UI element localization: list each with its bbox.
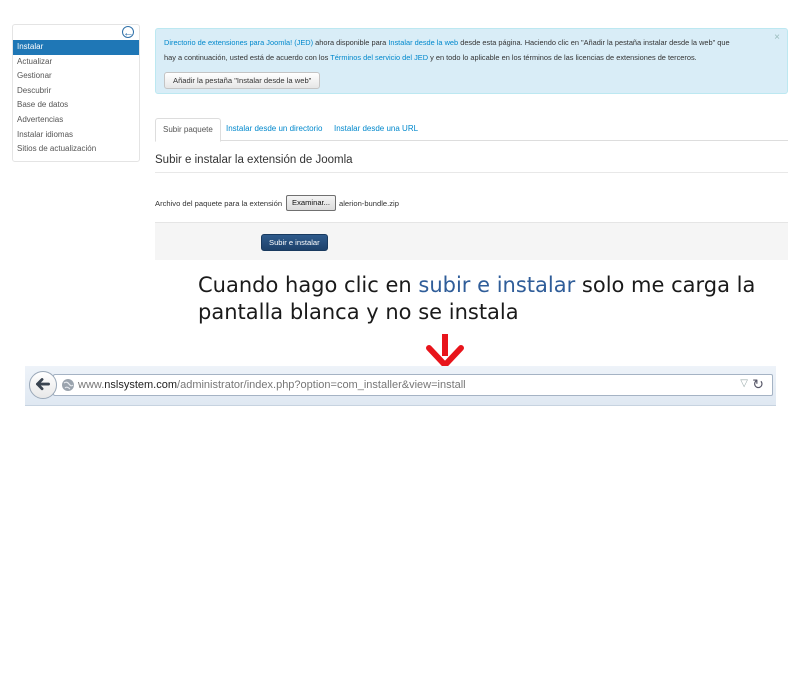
install-from-web-link[interactable]: Instalar desde la web	[388, 38, 458, 47]
address-bar[interactable]: www.nslsystem.com/administrator/index.ph…	[53, 374, 773, 396]
url-path: /administrator/index.php?option=com_inst…	[177, 379, 466, 391]
tab-install-from-url[interactable]: Instalar desde una URL	[327, 118, 425, 141]
sidebar-item-base-de-datos[interactable]: Base de datos	[13, 98, 139, 113]
url-text: www.nslsystem.com/administrator/index.ph…	[78, 379, 466, 391]
upload-and-install-button[interactable]: Subir e instalar	[261, 234, 328, 251]
circle-arrow-left-icon[interactable]: ←	[122, 26, 134, 39]
alert-text-3: hay a continuación, usted está de acuerd…	[164, 53, 331, 62]
tab-upload-package[interactable]: Subir paquete	[155, 118, 221, 142]
red-down-arrow-icon	[426, 334, 464, 368]
sidebar-item-instalar-idiomas[interactable]: Instalar idiomas	[13, 128, 139, 143]
upload-section-title: Subir e instalar la extensión de Joomla	[155, 154, 353, 166]
sidebar-menu: Instalar Actualizar Gestionar Descubrir …	[13, 40, 139, 157]
jed-terms-link[interactable]: Términos del servicio del JED	[330, 53, 428, 62]
url-domain: nslsystem.com	[104, 379, 178, 391]
sidebar-item-gestionar[interactable]: Gestionar	[13, 69, 139, 84]
annotation-highlight: subir e instalar	[418, 273, 576, 297]
back-arrow-icon	[36, 378, 50, 391]
history-dropdown-icon[interactable]: ▽	[740, 378, 748, 389]
annotation-text: Cuando hago clic en subir e instalar sol…	[198, 272, 758, 326]
jed-info-alert: Directorio de extensiones para Joomla! (…	[155, 28, 788, 94]
section-divider	[155, 172, 788, 173]
browse-button[interactable]: Examinar...	[286, 195, 336, 211]
browser-toolbar: www.nslsystem.com/administrator/index.ph…	[25, 366, 776, 406]
sidebar-item-sitios-actualizacion[interactable]: Sitios de actualización	[13, 142, 139, 157]
sidebar-item-actualizar[interactable]: Actualizar	[13, 55, 139, 70]
add-install-from-web-tab-button[interactable]: Añadir la pestaña "Instalar desde la web…	[164, 72, 321, 89]
sidebar-item-instalar[interactable]: Instalar	[13, 40, 139, 55]
alert-text-2: desde esta página. Haciendo clic en "Aña…	[458, 38, 730, 47]
sidebar-item-advertencias[interactable]: Advertencias	[13, 113, 139, 128]
globe-icon	[62, 379, 74, 391]
alert-line-1: Directorio de extensiones para Joomla! (…	[164, 38, 730, 47]
close-icon[interactable]: ×	[774, 32, 780, 43]
package-file-label: Archivo del paquete para la extensión	[155, 199, 283, 208]
form-actions: Subir e instalar	[155, 222, 788, 260]
annotation-before: Cuando hago clic en	[198, 273, 419, 297]
jed-link[interactable]: Directorio de extensiones para Joomla! (…	[164, 38, 313, 47]
back-button[interactable]	[29, 371, 57, 399]
reload-icon[interactable]: ↻	[752, 376, 764, 393]
alert-line-2: hay a continuación, usted está de acuerd…	[164, 53, 697, 62]
tab-install-from-directory[interactable]: Instalar desde un directorio	[219, 118, 330, 141]
url-prefix: www.	[78, 379, 105, 391]
sidebar-item-descubrir[interactable]: Descubrir	[13, 84, 139, 99]
sidebar: ← Instalar Actualizar Gestionar Descubri…	[12, 24, 140, 162]
installer-tabs: Subir paquete Instalar desde un director…	[155, 118, 788, 142]
alert-text-1: ahora disponible para	[313, 38, 389, 47]
selected-file-name: alerion-bundle.zip	[339, 199, 399, 208]
alert-text-4: y en todo lo aplicable en los términos d…	[428, 53, 697, 62]
